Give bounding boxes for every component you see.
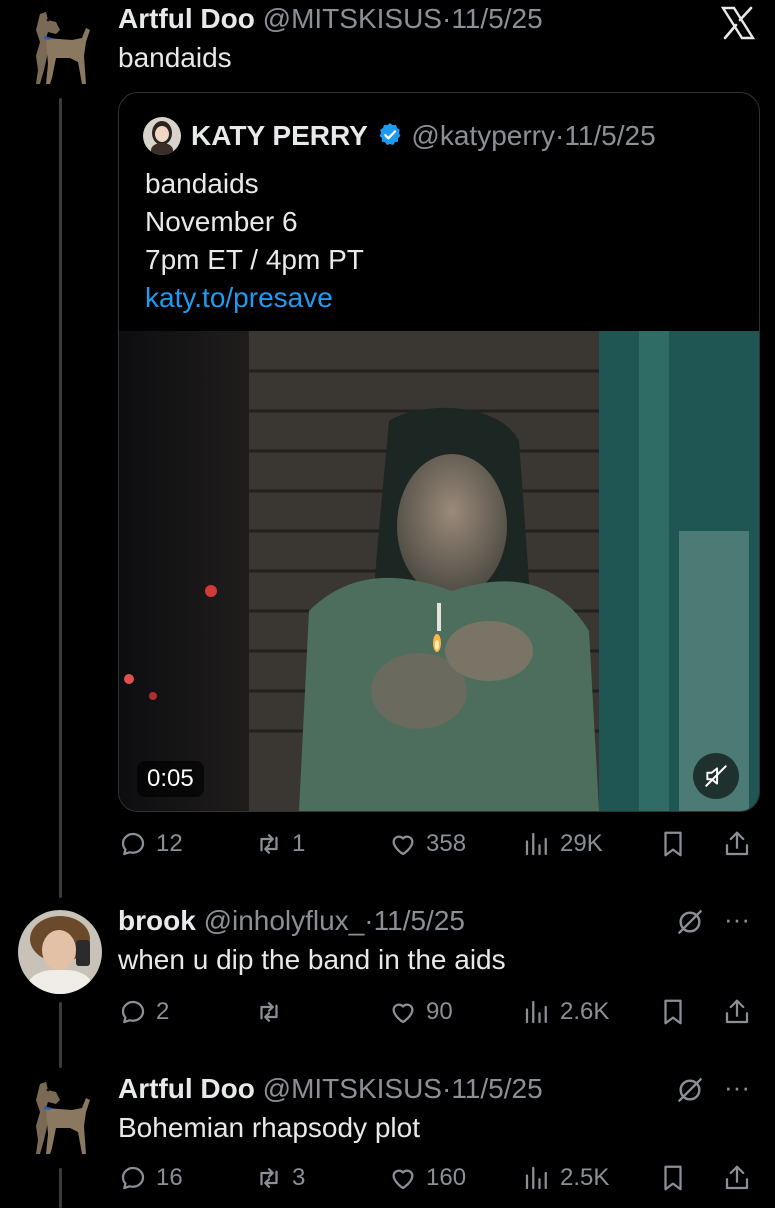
quoted-tweet-card[interactable]: KATY PERRY @katyperry·11/5/25 bandaids N… [118,92,760,812]
author-name[interactable]: Artful Doo [118,3,255,34]
more-options-icon[interactable]: ··· [724,904,750,935]
author-name[interactable]: brook [118,905,196,936]
reply-button[interactable]: 12 [118,824,183,864]
separator: · [441,3,452,34]
bookmark-button[interactable] [658,824,688,864]
tweet-date[interactable]: 11/5/25 [374,905,465,936]
avatar[interactable] [26,1078,98,1158]
close-icon[interactable] [720,6,756,40]
views-button[interactable]: 29K [522,824,603,864]
like-count: 160 [426,1164,467,1191]
avatar[interactable] [18,910,102,994]
views-count: 2.6K [560,998,610,1025]
author-handle[interactable]: @MITSKISUS [263,3,442,34]
like-button[interactable]: 160 [388,1158,466,1198]
quote-date[interactable]: 11/5/25 [564,120,655,151]
like-button[interactable]: 90 [388,992,453,1032]
more-options-icon[interactable]: ··· [724,1072,750,1103]
tweet-date[interactable]: 11/5/25 [451,3,542,34]
share-icon [722,1163,752,1193]
reply-icon [118,829,148,859]
tweet-actions: 12 1 358 29K [118,824,758,864]
repost-button[interactable]: 1 [254,824,305,864]
share-icon [722,997,752,1027]
bookmark-button[interactable] [658,1158,688,1198]
reply-button[interactable]: 16 [118,1158,183,1198]
repost-button[interactable] [254,992,292,1032]
grok-icon[interactable] [674,1074,706,1106]
share-icon [722,829,752,859]
views-icon [522,997,552,1027]
reply-count: 12 [156,830,183,857]
share-button[interactable] [722,992,752,1032]
views-button[interactable]: 2.6K [522,992,609,1032]
grok-icon[interactable] [674,906,706,938]
tweet-header: brook @inholyflux_·11/5/25 [118,904,465,938]
tweet-header: Artful Doo @MITSKISUS·11/5/25 [118,2,543,36]
presave-link[interactable]: katy.to/presave [145,279,364,317]
quote-author-name[interactable]: KATY PERRY [191,120,368,151]
quote-line: bandaids [145,168,259,199]
bookmark-icon [658,997,688,1027]
like-icon [388,997,418,1027]
quote-text: bandaids November 6 7pm ET / 4pm PT katy… [145,165,364,317]
video-timestamp: 0:05 [137,761,204,797]
views-icon [522,829,552,859]
separator: · [555,120,565,151]
quote-header: KATY PERRY @katyperry·11/5/25 [191,119,656,153]
like-count: 90 [426,998,453,1025]
quote-line: 7pm ET / 4pm PT [145,244,364,275]
repost-icon [254,829,284,859]
bookmark-button[interactable] [658,992,688,1032]
repost-button[interactable]: 3 [254,1158,305,1198]
avatar[interactable] [26,8,98,88]
like-button[interactable]: 358 [388,824,466,864]
like-icon [388,1163,418,1193]
like-count: 358 [426,830,467,857]
like-icon [388,829,418,859]
tweet-header: Artful Doo @MITSKISUS·11/5/25 [118,1072,543,1106]
separator: · [364,905,374,936]
repost-icon [254,997,284,1027]
verified-badge-icon [376,121,404,149]
views-icon [522,1163,552,1193]
tweet-date[interactable]: 11/5/25 [451,1073,542,1104]
author-name[interactable]: Artful Doo [118,1073,255,1104]
views-count: 29K [560,830,603,857]
thread-line [59,98,62,898]
tweet-text: bandaids [118,42,232,73]
repost-count: 3 [292,1164,306,1191]
views-count: 2.5K [560,1164,610,1191]
tweet-actions: 16 3 160 2.5K [118,1158,758,1198]
repost-count: 1 [292,830,306,857]
author-handle[interactable]: @inholyflux_ [204,905,365,936]
reply-count: 2 [156,998,170,1025]
video-player[interactable]: 0:05 [119,331,759,811]
thread-line [59,1168,62,1208]
reply-count: 16 [156,1164,183,1191]
separator: · [441,1073,452,1104]
share-button[interactable] [722,824,752,864]
repost-icon [254,1163,284,1193]
author-handle[interactable]: @MITSKISUS [263,1073,442,1104]
thread-line [59,1002,62,1068]
reply-icon [118,997,148,1027]
quote-author-handle[interactable]: @katyperry [411,120,555,151]
tweet-text: Bohemian rhapsody plot [118,1112,420,1143]
reply-button[interactable]: 2 [118,992,169,1032]
bookmark-icon [658,829,688,859]
tweet-actions: 2 90 2.6K [118,992,758,1032]
tweet-text: when u dip the band in the aids [118,944,506,975]
reply-icon [118,1163,148,1193]
bookmark-icon [658,1163,688,1193]
video-frame [119,331,759,811]
quote-avatar[interactable] [143,117,181,155]
quote-line: November 6 [145,206,298,237]
share-button[interactable] [722,1158,752,1198]
mute-icon[interactable] [693,753,739,799]
views-button[interactable]: 2.5K [522,1158,609,1198]
